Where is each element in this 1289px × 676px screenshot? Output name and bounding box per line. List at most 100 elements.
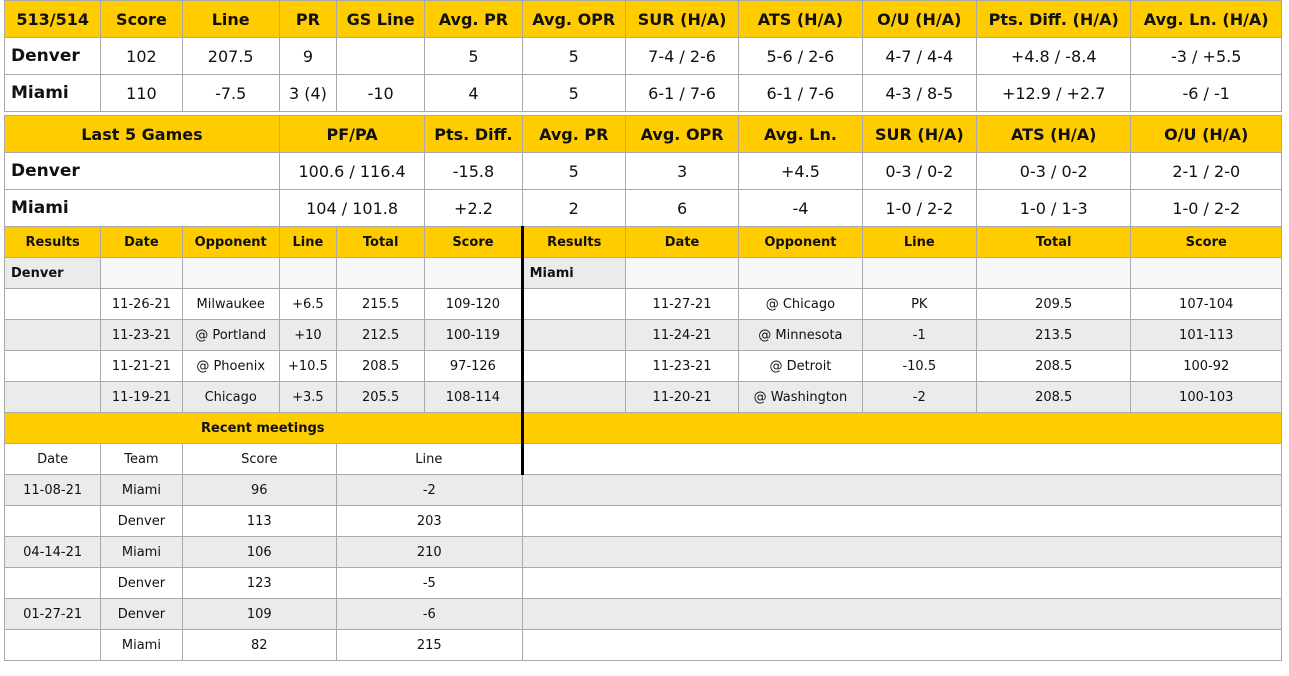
line-cell: -6 xyxy=(336,598,523,630)
date-cell xyxy=(3,629,102,661)
summary-header-avg-ln: Avg. Ln. (H/A) xyxy=(1130,0,1282,38)
date-cell: 11-24-21 xyxy=(624,319,740,351)
date-cell xyxy=(3,505,102,537)
summary-header-pr: PR xyxy=(278,0,338,38)
ou-cell: 2-1 / 2-0 xyxy=(1130,152,1282,190)
total-cell: 213.5 xyxy=(975,319,1132,351)
pts-diff-cell: +2.2 xyxy=(424,189,523,227)
meetings-header-score: Score xyxy=(181,443,338,475)
summary-header-ats: ATS (H/A) xyxy=(738,0,863,38)
date-cell: 11-23-21 xyxy=(100,319,183,351)
ou-cell: 4-7 / 4-4 xyxy=(861,37,977,75)
score-cell: 109 xyxy=(181,598,338,630)
header-total: Total xyxy=(336,226,426,258)
line-cell: +10 xyxy=(278,319,338,351)
last5-header-ats: ATS (H/A) xyxy=(975,115,1132,153)
sur-cell: 0-3 / 0-2 xyxy=(861,152,977,190)
ats-cell: 0-3 / 0-2 xyxy=(975,152,1132,190)
team-name: Denver xyxy=(3,37,102,75)
pfpa-cell: 104 / 101.8 xyxy=(278,189,426,227)
summary-header-ou: O/U (H/A) xyxy=(861,0,977,38)
team-cell: Miami xyxy=(100,536,183,568)
total-cell: 208.5 xyxy=(975,350,1132,382)
last5-header-sur: SUR (H/A) xyxy=(861,115,977,153)
score-cell: 100-119 xyxy=(424,319,523,351)
line-cell: -10.5 xyxy=(861,350,977,382)
meeting-row: 11-08-21 Miami 96 -2 xyxy=(3,474,1283,506)
recent-meetings-title: Recent meetings xyxy=(4,412,523,444)
ou-cell: 4-3 / 8-5 xyxy=(861,74,977,112)
opponent-cell: @ Portland xyxy=(181,319,280,351)
meeting-row: 01-27-21 Denver 109 -6 xyxy=(3,598,1283,630)
last5-header-pfpa: PF/PA xyxy=(278,115,426,153)
avg-opr-cell: 3 xyxy=(624,152,740,190)
score-cell: 107-104 xyxy=(1130,288,1282,320)
summary-header-avg-opr: Avg. OPR xyxy=(521,0,626,38)
header-opponent: Opponent xyxy=(738,226,863,258)
meeting-row: Denver 113 203 xyxy=(3,505,1283,537)
avg-opr-cell: 6 xyxy=(624,189,740,227)
date-cell: 11-20-21 xyxy=(624,381,740,413)
opponent-cell: @ Detroit xyxy=(738,350,863,382)
score-cell: 102 xyxy=(100,37,183,75)
summary-row-miami: Miami 110 -7.5 3 (4) -10 4 5 6-1 / 7-6 6… xyxy=(3,74,1282,112)
header-score: Score xyxy=(1130,226,1282,258)
last5-header-title: Last 5 Games xyxy=(4,115,280,153)
last5-header-pts-diff: Pts. Diff. xyxy=(424,115,523,153)
team-cell: Denver xyxy=(100,505,183,537)
score-cell: 100-92 xyxy=(1130,350,1282,382)
line-cell: -2 xyxy=(861,381,977,413)
header-opponent: Opponent xyxy=(181,226,280,258)
score-cell: 106 xyxy=(181,536,338,568)
recent-meetings-header-row: Date Team Score Line xyxy=(3,443,1283,475)
last5-table: Last 5 Games PF/PA Pts. Diff. Avg. PR Av… xyxy=(4,115,1282,227)
date-cell: 01-27-21 xyxy=(3,598,102,630)
team-name: Miami xyxy=(4,189,280,227)
line-cell: 215 xyxy=(336,629,523,661)
total-cell: 215.5 xyxy=(336,288,426,320)
summary-header-row: 513/514 Score Line PR GS Line Avg. PR Av… xyxy=(3,0,1282,38)
last5-header-avg-pr: Avg. PR xyxy=(521,115,626,153)
meetings-header-team: Team xyxy=(100,443,183,475)
date-cell: 11-26-21 xyxy=(100,288,183,320)
opponent-cell: @ Minnesota xyxy=(738,319,863,351)
avg-opr-cell: 5 xyxy=(521,37,626,75)
score-cell: 110 xyxy=(100,74,183,112)
pts-diff-cell: +4.8 / -8.4 xyxy=(975,37,1132,75)
ats-cell: 5-6 / 2-6 xyxy=(738,37,863,75)
date-cell: 04-14-21 xyxy=(3,536,102,568)
score-cell: 82 xyxy=(181,629,338,661)
date-cell: 11-19-21 xyxy=(100,381,183,413)
gs-line-cell: -10 xyxy=(336,74,426,112)
score-cell: 108-114 xyxy=(424,381,523,413)
ats-cell: 6-1 / 7-6 xyxy=(738,74,863,112)
pr-cell: 9 xyxy=(278,37,338,75)
results-team-miami: Miami xyxy=(520,257,626,289)
pr-cell: 3 (4) xyxy=(278,74,338,112)
line-cell: 210 xyxy=(336,536,523,568)
avg-ln-cell: +4.5 xyxy=(738,152,863,190)
line-cell: -5 xyxy=(336,567,523,599)
header-results: Results xyxy=(3,226,102,258)
table-row: 11-19-21 Chicago +3.5 205.5 108-114 11-2… xyxy=(3,381,1282,413)
header-line: Line xyxy=(861,226,977,258)
score-cell: 100-103 xyxy=(1130,381,1282,413)
meetings-header-line: Line xyxy=(336,443,523,475)
pfpa-cell: 100.6 / 116.4 xyxy=(278,152,426,190)
results-team-denver: Denver xyxy=(3,257,102,289)
meeting-row: 04-14-21 Miami 106 210 xyxy=(3,536,1283,568)
summary-header-line: Line xyxy=(181,0,280,38)
team-name: Denver xyxy=(4,152,280,190)
avg-pr-cell: 4 xyxy=(424,74,523,112)
total-cell: 208.5 xyxy=(336,350,426,382)
avg-pr-cell: 5 xyxy=(424,37,523,75)
team-cell: Denver xyxy=(100,598,183,630)
score-cell: 97-126 xyxy=(424,350,523,382)
gs-line-cell xyxy=(336,37,426,75)
score-cell: 101-113 xyxy=(1130,319,1282,351)
recent-meetings-title-row: Recent meetings xyxy=(4,412,1283,444)
avg-ln-cell: -4 xyxy=(738,189,863,227)
total-cell: 208.5 xyxy=(975,381,1132,413)
line-cell: +6.5 xyxy=(278,288,338,320)
total-cell: 212.5 xyxy=(336,319,426,351)
